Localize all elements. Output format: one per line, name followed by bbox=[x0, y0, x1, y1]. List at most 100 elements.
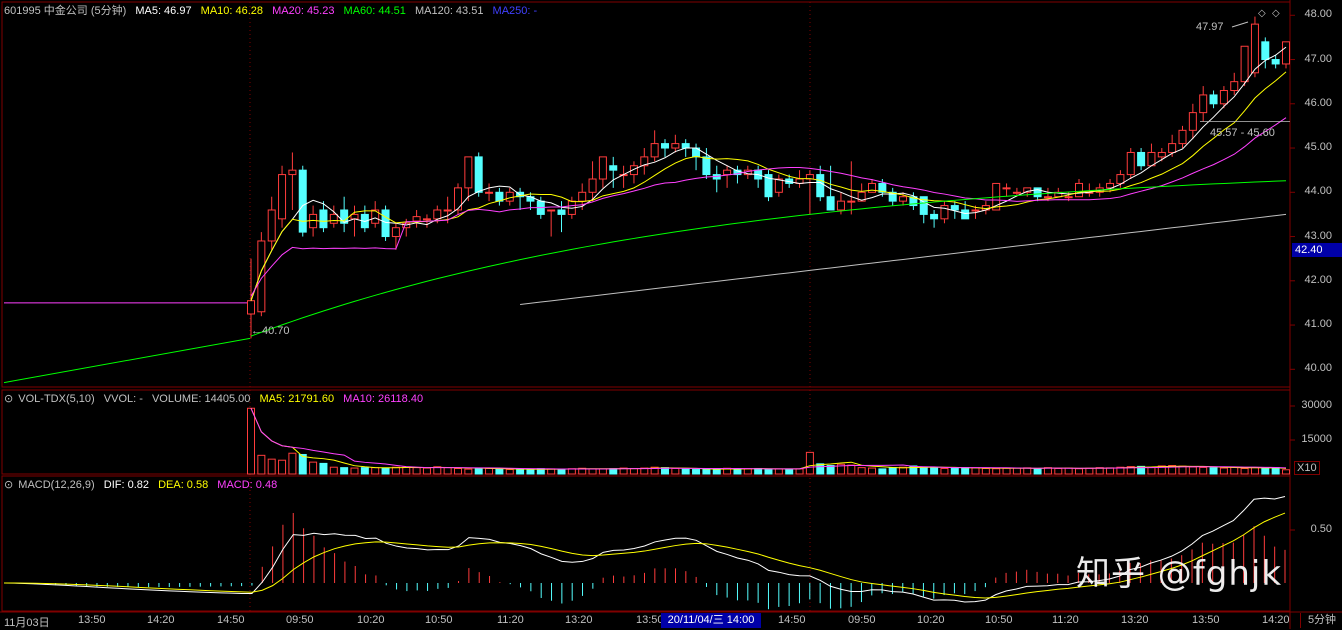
price-tick-label: 43.00 bbox=[1304, 229, 1332, 242]
candle-body bbox=[816, 174, 825, 198]
candle-body bbox=[1271, 59, 1280, 65]
ref-annotation: 45.57 - 45.60 bbox=[1210, 127, 1275, 139]
time-tick-label: 14:50 bbox=[217, 614, 245, 626]
candle-body bbox=[588, 178, 597, 193]
volume-panel-header: ⊙ VOL-TDX(5,10) VVOL: - VOLUME: 14405.00… bbox=[4, 393, 429, 406]
volume-bar bbox=[888, 467, 897, 475]
vol-ma5-value: MA5: 21791.60 bbox=[259, 393, 335, 405]
candle-body bbox=[557, 209, 566, 215]
volume-bar bbox=[868, 467, 876, 475]
volume-bar bbox=[764, 468, 773, 475]
candle-body bbox=[298, 169, 307, 233]
price-tick-label: 47.00 bbox=[1304, 52, 1332, 65]
stock-chart[interactable]: ◇ ◇ bbox=[0, 0, 1342, 629]
candle-body bbox=[847, 200, 856, 203]
time-tick-label: 10:20 bbox=[917, 614, 945, 626]
volume-bar bbox=[1209, 467, 1218, 475]
macd-value: MACD: 0.48 bbox=[217, 479, 278, 491]
time-tick-label: 10:20 bbox=[357, 614, 385, 626]
time-tick-label: 13:50 bbox=[636, 614, 664, 626]
volume-bar bbox=[588, 468, 597, 475]
candle-body bbox=[1137, 151, 1146, 167]
candle-body bbox=[1157, 151, 1166, 158]
volume-bar bbox=[257, 454, 266, 475]
candle-body bbox=[474, 156, 483, 193]
volume-bar bbox=[247, 407, 255, 475]
volume-bar bbox=[1219, 467, 1228, 475]
price-panel-frame bbox=[1, 1, 1291, 388]
candle-body bbox=[1188, 112, 1197, 131]
volume-bar bbox=[795, 468, 804, 475]
candle-body bbox=[650, 143, 659, 158]
ma20-value: MA20: 45.23 bbox=[272, 5, 335, 17]
ma60-line-prev bbox=[3, 337, 251, 384]
price-tick-label: 46.00 bbox=[1304, 96, 1332, 109]
candle-body bbox=[1043, 196, 1052, 199]
chevron-down-icon[interactable]: ⊙ bbox=[4, 479, 13, 491]
candle-body bbox=[1126, 151, 1135, 176]
candle-body bbox=[1219, 90, 1228, 105]
volume-bar bbox=[1002, 467, 1011, 475]
time-tick-label: 11:20 bbox=[1052, 614, 1079, 626]
dif-value: DIF: 0.82 bbox=[103, 479, 150, 491]
candle-body bbox=[1250, 23, 1259, 74]
candle-body bbox=[1075, 182, 1083, 198]
candle-body bbox=[723, 169, 732, 176]
candle-body bbox=[971, 209, 980, 212]
time-tick-label: 13:20 bbox=[565, 614, 593, 626]
volume-bar bbox=[950, 467, 959, 475]
volume-bar bbox=[474, 467, 483, 475]
volume-bar bbox=[712, 468, 721, 475]
candle-body bbox=[661, 143, 669, 149]
volume-bar bbox=[609, 468, 618, 475]
candle-body bbox=[454, 187, 462, 211]
candle-body bbox=[485, 191, 494, 194]
volume-bar bbox=[598, 468, 607, 475]
date-tag: 20/11/04/三 14:00 bbox=[661, 613, 761, 628]
candle-body bbox=[547, 209, 556, 212]
volume-bar bbox=[557, 468, 566, 475]
candle-body bbox=[578, 191, 587, 202]
volume-bar bbox=[1075, 468, 1083, 475]
vol-ma10-value: MA10: 26118.40 bbox=[343, 393, 424, 405]
volume-bar bbox=[774, 468, 783, 475]
volume-bar bbox=[309, 461, 318, 475]
candle-body bbox=[288, 169, 297, 176]
volume-bar bbox=[267, 458, 276, 475]
candle-body bbox=[702, 156, 711, 176]
volume-bar bbox=[629, 467, 638, 475]
volume-bar bbox=[288, 452, 297, 475]
chevron-down-icon[interactable]: ⊙ bbox=[4, 393, 13, 405]
candle-body bbox=[247, 300, 255, 315]
time-tick-label: 10:50 bbox=[985, 614, 1013, 626]
volume-bar bbox=[329, 466, 338, 475]
vol-multiplier: X10 bbox=[1294, 461, 1320, 475]
candle-body bbox=[1012, 191, 1021, 194]
vol-indicator-name[interactable]: VOL-TDX(5,10) bbox=[18, 393, 94, 405]
period-selector[interactable]: 5分钟 bbox=[1300, 613, 1342, 628]
volume-bar bbox=[505, 469, 514, 475]
price-tick-label: 45.00 bbox=[1304, 141, 1332, 154]
price-tick-label: 41.00 bbox=[1304, 318, 1332, 331]
diamond-icon: ◇ bbox=[1258, 8, 1266, 19]
time-tick-label: 14:50 bbox=[778, 614, 806, 626]
volume-bar bbox=[1199, 466, 1208, 475]
macd-indicator-name[interactable]: MACD(12,26,9) bbox=[18, 479, 94, 491]
volume-bar bbox=[702, 468, 711, 475]
time-tick-label: 10:50 bbox=[425, 614, 453, 626]
time-tick-label: 09:50 bbox=[286, 614, 314, 626]
volume-bar bbox=[412, 467, 421, 475]
volume-bar bbox=[971, 467, 980, 475]
time-tick-label: 14:20 bbox=[1262, 614, 1290, 626]
volume-bar bbox=[402, 466, 411, 475]
volume-value: VOLUME: 14405.00 bbox=[151, 393, 251, 405]
price-tick-label: 42.00 bbox=[1304, 273, 1332, 286]
vol-ma5-line bbox=[250, 408, 1287, 470]
volume-bar bbox=[350, 467, 359, 475]
candle-body bbox=[433, 209, 442, 220]
candle-body bbox=[319, 209, 328, 229]
price-tick-label: 44.00 bbox=[1304, 185, 1332, 198]
volume-bar bbox=[443, 467, 452, 475]
volume-bar bbox=[1012, 467, 1021, 475]
volume-bar bbox=[743, 468, 752, 475]
